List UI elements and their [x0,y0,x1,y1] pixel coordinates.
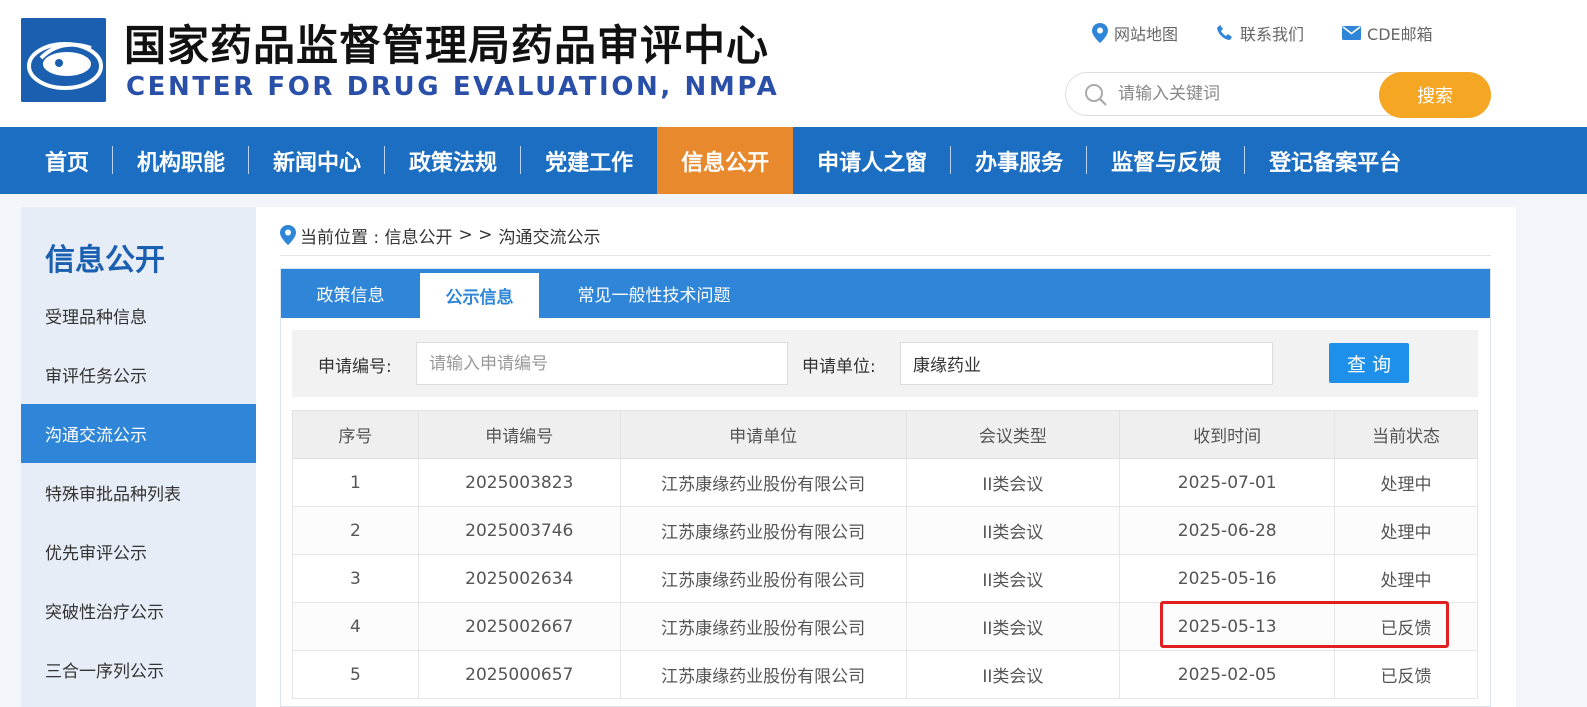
cell-status: 已反馈 [1334,602,1478,651]
nav-item-registration[interactable]: 登记备案平台 [1245,127,1425,194]
table-row[interactable]: 3 2025002634 江苏康缘药业股份有限公司 II类会议 2025-05-… [292,554,1478,603]
breadcrumb-current[interactable]: 沟通交流公示 [498,223,600,248]
sidebar-item-special-approval[interactable]: 特殊审批品种列表 [21,463,256,522]
mail-icon [1342,26,1362,40]
cell-index: 3 [292,554,419,603]
cell-app-no: 2025003746 [417,506,621,555]
mail-label: CDE邮箱 [1367,25,1433,44]
cell-meeting-type: II类会议 [905,458,1121,507]
breadcrumb-separator: > > [458,225,493,245]
unit-input[interactable] [900,342,1273,385]
sidebar: 信息公开 受理品种信息 审评任务公示 沟通交流公示 特殊审批品种列表 优先审评公… [21,207,256,707]
cell-received-date: 2025-07-01 [1119,458,1336,507]
header-app-no: 申请编号 [417,410,621,459]
top-links: 网站地图 联系我们 CDE邮箱 [1092,22,1471,44]
sidebar-item-accepted-varieties[interactable]: 受理品种信息 [21,286,256,345]
nav-item-organization[interactable]: 机构职能 [113,127,250,194]
sitemap-label: 网站地图 [1114,25,1179,44]
results-table: 序号 申请编号 申请单位 会议类型 收到时间 当前状态 1 2025003823… [292,410,1478,699]
breadcrumb-prefix[interactable]: 当前位置 : 信息公开 [300,223,453,248]
info-panel: 政策信息 公示信息 常见一般性技术问题 申请编号: 申请单位: 查 询 序号 申… [280,268,1491,707]
table-row[interactable]: 5 2025000657 江苏康缘药业股份有限公司 II类会议 2025-02-… [292,650,1478,699]
sitemap-link[interactable]: 网站地图 [1092,22,1178,44]
nav-item-info-disclosure[interactable]: 信息公开 [657,127,794,194]
mail-link[interactable]: CDE邮箱 [1342,22,1433,44]
cell-index: 5 [292,650,419,699]
cell-app-no: 2025002634 [417,554,621,603]
map-pin-icon [1092,23,1108,43]
sidebar-item-review-tasks[interactable]: 审评任务公示 [21,345,256,404]
table-row[interactable]: 2 2025003746 江苏康缘药业股份有限公司 II类会议 2025-06-… [292,506,1478,555]
cell-app-no: 2025000657 [417,650,621,699]
contact-link[interactable]: 联系我们 [1216,22,1304,44]
header-unit: 申请单位 [619,410,907,459]
nav-item-applicant[interactable]: 申请人之窗 [793,127,952,194]
phone-icon [1217,25,1233,40]
cell-meeting-type: II类会议 [905,650,1121,699]
search-input[interactable] [1118,79,1368,109]
cell-meeting-type: II类会议 [905,602,1121,651]
cell-app-no: 2025003823 [417,458,621,507]
cell-status: 处理中 [1334,506,1478,555]
cell-meeting-type: II类会议 [905,554,1121,603]
cell-received-date: 2025-05-16 [1119,554,1336,603]
site-subtitle: CENTER FOR DRUG EVALUATION, NMPA [126,72,780,102]
sidebar-item-breakthrough[interactable]: 突破性治疗公示 [21,581,256,640]
table-row[interactable]: 4 2025002667 江苏康缘药业股份有限公司 II类会议 2025-05-… [292,602,1478,651]
nav-item-news[interactable]: 新闻中心 [249,127,386,194]
cell-index: 1 [292,458,419,507]
table-row[interactable]: 1 2025003823 江苏康缘药业股份有限公司 II类会议 2025-07-… [292,458,1478,507]
unit-label: 申请单位: [802,357,876,377]
sidebar-item-three-in-one[interactable]: 三合一序列公示 [21,640,256,699]
cell-received-date: 2025-05-13 [1119,602,1336,651]
site-header: 国家药品监督管理局药品审评中心 CENTER FOR DRUG EVALUATI… [0,0,1587,127]
site-logo[interactable] [21,18,106,102]
table-header-row: 序号 申请编号 申请单位 会议类型 收到时间 当前状态 [292,410,1478,459]
nav-item-home[interactable]: 首页 [21,127,114,194]
nav-item-feedback[interactable]: 监督与反馈 [1087,127,1246,194]
cell-unit: 江苏康缘药业股份有限公司 [619,602,907,651]
header-index: 序号 [292,410,419,459]
location-pin-icon [280,225,296,245]
filter-bar: 申请编号: 申请单位: 查 询 [292,330,1478,397]
content-area: 当前位置 : 信息公开 > > 沟通交流公示 政策信息 公示信息 常见一般性技术… [256,207,1516,707]
tab-public-info[interactable]: 公示信息 [420,273,539,318]
main-nav: 首页 机构职能 新闻中心 政策法规 党建工作 信息公开 申请人之窗 办事服务 监… [0,127,1587,194]
tab-bar: 政策信息 公示信息 常见一般性技术问题 [281,269,1490,318]
breadcrumb: 当前位置 : 信息公开 > > 沟通交流公示 [280,223,600,248]
header-meeting-type: 会议类型 [905,410,1121,459]
search-icon [1085,84,1107,106]
breadcrumb-divider [280,255,1491,256]
cell-index: 4 [292,602,419,651]
cell-status: 已反馈 [1334,650,1478,699]
nav-item-policy[interactable]: 政策法规 [385,127,522,194]
cell-unit: 江苏康缘药业股份有限公司 [619,650,907,699]
cell-status: 处理中 [1334,458,1478,507]
nav-item-party[interactable]: 党建工作 [521,127,657,194]
nav-item-services[interactable]: 办事服务 [951,127,1088,194]
app-no-label: 申请编号: [318,357,392,377]
app-no-input[interactable] [416,342,788,385]
search-button[interactable]: 搜索 [1379,72,1491,118]
tab-common-tech-questions[interactable]: 常见一般性技术问题 [539,269,769,318]
sidebar-title: 信息公开 [45,243,165,278]
cell-unit: 江苏康缘药业股份有限公司 [619,506,907,555]
cell-index: 2 [292,506,419,555]
cell-received-date: 2025-02-05 [1119,650,1336,699]
cell-app-no: 2025002667 [417,602,621,651]
cell-unit: 江苏康缘药业股份有限公司 [619,458,907,507]
contact-label: 联系我们 [1240,25,1305,44]
sidebar-item-communication[interactable]: 沟通交流公示 [21,404,256,463]
cell-received-date: 2025-06-28 [1119,506,1336,555]
header-status: 当前状态 [1334,410,1478,459]
tab-policy-info[interactable]: 政策信息 [281,269,420,318]
cell-status: 处理中 [1334,554,1478,603]
header-received-date: 收到时间 [1119,410,1336,459]
site-title: 国家药品监督管理局药品审评中心 [124,21,770,70]
query-button[interactable]: 查 询 [1329,343,1409,383]
cell-unit: 江苏康缘药业股份有限公司 [619,554,907,603]
site-search: 搜索 [1065,72,1491,118]
sidebar-item-priority-review[interactable]: 优先审评公示 [21,522,256,581]
cell-meeting-type: II类会议 [905,506,1121,555]
